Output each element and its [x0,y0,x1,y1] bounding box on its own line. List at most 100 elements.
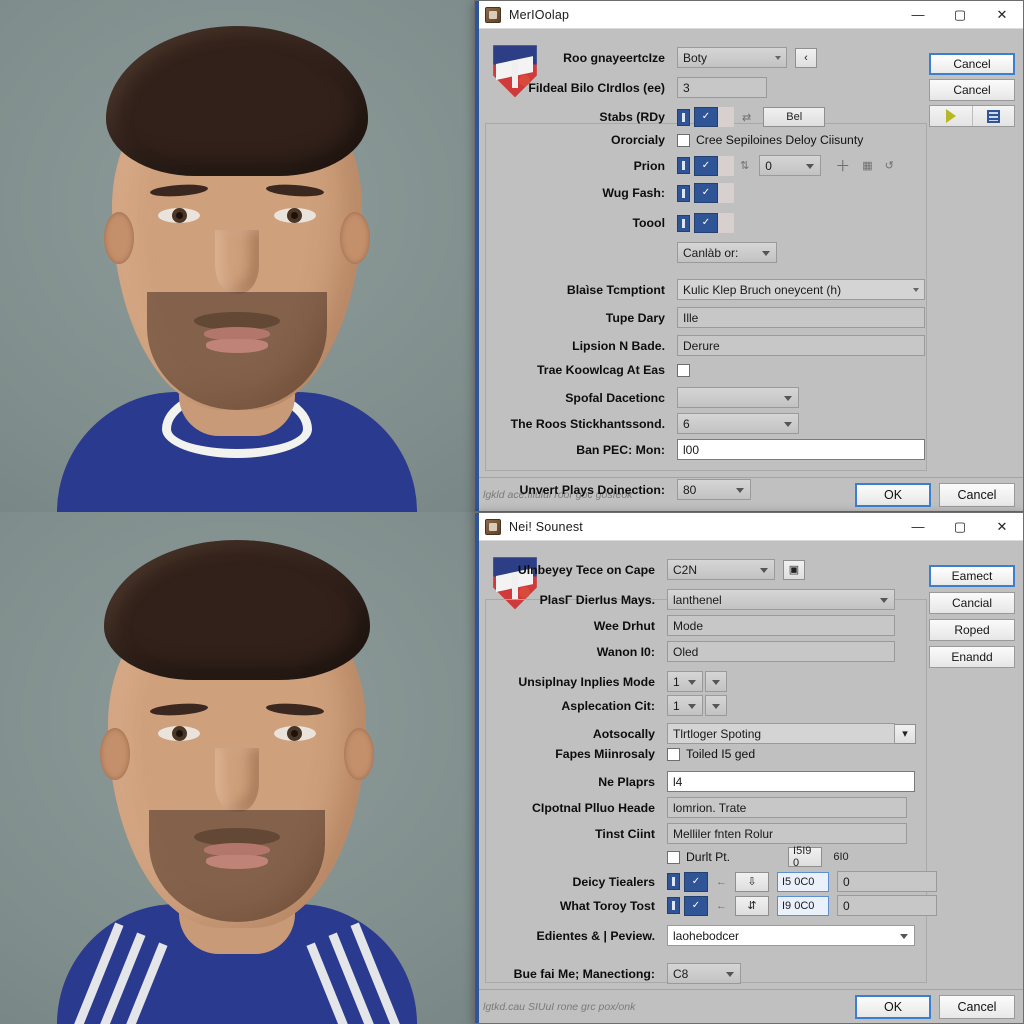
download-icon[interactable]: ⇩ [735,871,769,892]
chevron-down-icon[interactable]: ▾ [894,723,916,744]
toggle-small[interactable] [677,157,690,174]
browse-button[interactable]: ‹ [795,47,817,68]
field-input[interactable]: Melliler fnten Rolur [667,823,907,844]
badge-b[interactable]: 6I0 [828,847,854,867]
toggle-small[interactable] [667,873,680,890]
side-button-repeat[interactable]: Roped [929,619,1015,641]
toggle-small[interactable] [667,897,680,914]
field-row: Ban PEC: Mon: l00 [475,439,935,460]
apply-button[interactable]: Bel [763,107,826,127]
close-button[interactable]: ✕ [981,513,1023,541]
field-input[interactable]: 0 [837,895,937,916]
value-chip[interactable]: I9 0C0 [777,895,829,916]
ok-button[interactable]: OK [855,994,931,1019]
field-combo-extra[interactable] [705,695,727,716]
field-combo[interactable]: 80 [677,479,751,500]
toggle-checked[interactable] [684,895,708,916]
field-combo-extra[interactable] [705,671,727,692]
badge-a[interactable]: I5I9 0 [788,845,823,869]
field-combo[interactable]: 1 [667,671,703,692]
maximize-button[interactable]: ▢ [939,513,981,541]
field-label: Tupe Dary [605,310,665,325]
field-label: Bue fai Me; Manectiong: [513,966,655,981]
field-label: Roo gnayeertcIze [563,50,665,65]
field-input[interactable]: Mode [667,615,895,636]
field-input[interactable]: l00 [677,439,925,460]
field-row: FiIdeal Bilo CIrdlos (ee) 3 [475,77,915,98]
toggle-checked[interactable] [694,183,718,203]
field-combo[interactable] [677,387,799,408]
toggle-pad[interactable] [718,107,734,127]
field-label: Ban PEC: Mon: [576,442,665,457]
toggle-checked[interactable] [694,213,718,233]
field-combo[interactable]: Kulic Klep Bruch oneycent (h) [677,279,925,300]
field-label: Wug Fash: [602,186,665,200]
side-button-cancel-primary[interactable]: Cancel [929,53,1015,75]
field-row: The Roos Stickhantssond. 6 [475,413,935,434]
field-row: Trae Koowlcag At Eas [475,363,935,377]
checkbox[interactable] [667,850,680,864]
field-combo[interactable]: Canlàb or: [677,242,777,263]
minimize-button[interactable]: — [897,513,939,541]
field-combo[interactable]: Tlrtloger Spoting [667,723,895,744]
toggle-small[interactable] [677,108,690,126]
checkbox-label: Toiled I5 ged [686,747,756,761]
portrait-figure [0,512,474,1024]
checkbox[interactable] [667,747,680,761]
field-row: Deicy Tiealers ← ⇩ I5 0C0 0 [475,871,945,892]
toggle-checked[interactable] [694,155,718,176]
calendar-icon[interactable]: ▦ [862,159,872,172]
field-row: Unvert Plays Doinection: 80 [475,479,935,500]
field-combo[interactable]: lanthenel [667,589,895,610]
field-input[interactable]: Derure [677,335,925,356]
field-input[interactable]: lomrion. Trate [667,797,907,818]
checkbox[interactable] [677,363,690,377]
side-button-expand[interactable]: Enandd [929,646,1015,668]
toggle-small[interactable] [677,184,690,202]
toggle-pad[interactable] [718,213,734,233]
plus-icon[interactable]: ＋ [835,155,850,176]
field-label: Wee Drhut [593,618,655,633]
cancel-button[interactable]: Cancel [939,994,1015,1019]
checkbox[interactable] [677,133,690,147]
side-button-cancel[interactable]: Cancel [929,79,1015,101]
maximize-button[interactable]: ▢ [939,1,981,29]
value-chip[interactable]: I5 0C0 [777,871,829,892]
toggle-checked[interactable] [694,107,718,127]
field-label: Edientes & | Peview. [536,928,655,943]
play-icon[interactable] [930,106,972,126]
field-combo[interactable]: 6 [677,413,799,434]
toggle-pad[interactable] [718,155,734,176]
browse-button[interactable]: ▣ [783,559,805,580]
field-input[interactable]: Oled [667,641,895,662]
field-label: Tinst Ciint [595,826,655,841]
field-input[interactable]: 3 [677,77,767,98]
field-combo[interactable]: laohebodcer [667,925,915,946]
hair [104,540,370,680]
ear-right [340,212,370,264]
toggle-pad[interactable] [718,183,734,203]
toggle-checked[interactable] [684,871,708,892]
swap-icon[interactable]: ⇵ [735,895,769,916]
side-button-cancel[interactable]: Cancial [929,592,1015,614]
field-combo[interactable]: C2N [667,559,775,580]
field-label: Deicy Tiealers [572,874,656,889]
field-label: PlasΓ DierIus Mays. [539,592,655,607]
field-row: Blaìse Tcmptiont Kulic Klep Bruch oneyce… [475,279,935,300]
field-combo[interactable]: C8 [667,963,741,984]
close-button[interactable]: ✕ [981,1,1023,29]
field-combo[interactable]: Boty [677,47,787,68]
minimize-button[interactable]: — [897,1,939,29]
field-combo[interactable]: 1 [667,695,703,716]
field-input[interactable]: Ille [677,307,925,328]
field-input[interactable]: l4 [667,771,915,792]
dialog-body-bottom: Ulnbeyey Tece on Cape C2N ▣ PlasΓ DierIu… [475,541,1023,989]
grid-icon[interactable] [973,106,1015,126]
cancel-button[interactable]: Cancel [939,482,1015,507]
ghost-icon: ⇅ [740,160,750,172]
side-button-apply[interactable]: Eamect [929,565,1015,587]
field-combo[interactable]: 0 [759,155,822,176]
field-input[interactable]: 0 [837,871,937,892]
refresh-icon[interactable]: ↺ [885,159,894,172]
toggle-small[interactable] [677,214,690,232]
